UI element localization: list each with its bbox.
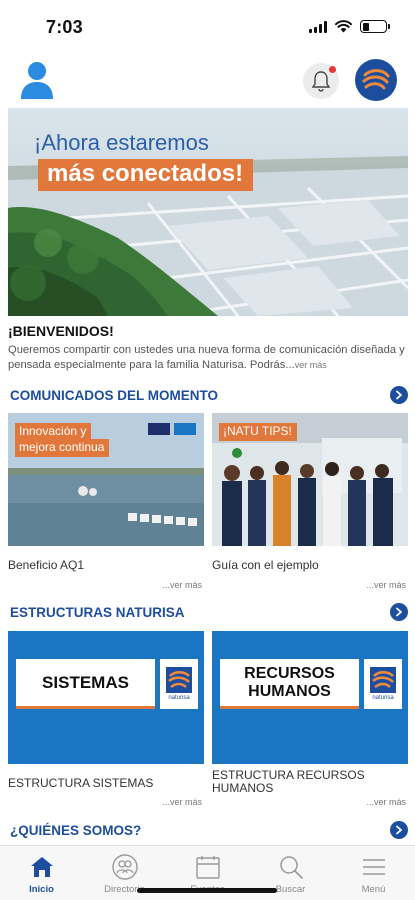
structure-card[interactable]: SISTEMAS naturisa ESTRUCTURA SISTEMAS ..… (8, 631, 204, 809)
welcome-text[interactable]: Queremos compartir con ustedes una nueva… (8, 343, 408, 373)
wifi-icon (335, 20, 352, 33)
directory-icon (111, 853, 139, 881)
card-title: ESTRUCTURA SISTEMAS (8, 776, 154, 790)
welcome-more-link[interactable]: ver más (295, 360, 327, 370)
chevron-right-icon[interactable] (390, 821, 408, 839)
hero-banner[interactable]: ¡Ahora estaremos más conectados! (8, 108, 408, 316)
welcome-title: ¡BIENVENIDOS! (8, 323, 114, 339)
news-card-image: Innovación y mejora continua (8, 413, 204, 546)
structure-label: SISTEMAS (16, 659, 155, 709)
bell-icon (311, 71, 331, 92)
section-title: ¿QUIÉNES SOMOS? (10, 823, 142, 838)
card-more-link[interactable]: ...ver más (366, 580, 406, 590)
card-tag: ¡NATU TIPS! (219, 423, 297, 441)
chevron-right-icon[interactable] (390, 386, 408, 404)
structure-card[interactable]: RECURSOS HUMANOS naturisa ESTRUCTURA REC… (212, 631, 408, 809)
logo-text: naturisa (372, 695, 394, 701)
menu-icon (361, 853, 387, 881)
structure-tile: RECURSOS HUMANOS naturisa (212, 631, 408, 764)
welcome-body: Queremos compartir con ustedes una nueva… (8, 344, 405, 371)
naturisa-logo-icon[interactable] (355, 59, 397, 101)
nav-item-home[interactable]: Inicio (0, 846, 83, 900)
chevron-right-icon[interactable] (390, 603, 408, 621)
structure-tile: SISTEMAS naturisa (8, 631, 204, 764)
news-card-image: ¡NATU TIPS! (212, 413, 408, 546)
communications-section-header[interactable]: COMUNICADOS DEL MOMENTO (8, 386, 408, 406)
hero-headline-line2: más conectados! (38, 159, 254, 191)
structures-section-header[interactable]: ESTRUCTURAS NATURISA (8, 603, 408, 623)
card-title: Guía con el ejemplo (212, 558, 319, 572)
naturisa-logo-icon: naturisa (364, 659, 402, 709)
logo-text: naturisa (168, 695, 190, 701)
notification-button[interactable] (303, 63, 339, 99)
home-icon (29, 853, 55, 881)
home-indicator (137, 888, 277, 893)
app-header (0, 56, 415, 106)
search-icon (278, 853, 304, 881)
notification-badge (329, 66, 336, 73)
nav-item-menu[interactable]: Menú (332, 846, 415, 900)
status-time: 7:03 (46, 17, 83, 37)
naturisa-logo-icon: naturisa (160, 659, 198, 709)
cellular-signal-icon (309, 20, 327, 33)
nav-label: Menú (361, 884, 386, 895)
user-icon[interactable] (20, 60, 54, 100)
card-title: Beneficio AQ1 (8, 558, 85, 572)
battery-icon (360, 20, 390, 33)
card-more-link[interactable]: ...ver más (162, 797, 202, 807)
section-title: COMUNICADOS DEL MOMENTO (10, 388, 219, 403)
nav-label: Buscar (275, 884, 306, 895)
calendar-icon (195, 853, 221, 881)
structure-label: RECURSOS HUMANOS (220, 659, 359, 709)
structure-label-line1: RECURSOS (244, 664, 335, 682)
hero-headline-line1: ¡Ahora estaremos (34, 130, 209, 155)
card-more-link[interactable]: ...ver más (366, 797, 406, 807)
news-card[interactable]: Innovación y mejora continua Beneficio A… (8, 413, 204, 593)
card-more-link[interactable]: ...ver más (162, 580, 202, 590)
section-title: ESTRUCTURAS NATURISA (10, 605, 185, 620)
card-tag-line2: mejora continua (15, 439, 110, 457)
about-section-header[interactable]: ¿QUIÉNES SOMOS? (8, 821, 408, 841)
nav-label: Inicio (29, 884, 54, 895)
structure-label-line2: HUMANOS (248, 682, 331, 700)
status-bar: 7:03 (0, 0, 415, 48)
card-title: ESTRUCTURA RECURSOS HUMANOS (212, 768, 365, 795)
news-card[interactable]: ¡NATU TIPS! Guía con el ejemplo ...ver m… (212, 413, 408, 593)
status-icons (309, 20, 390, 33)
